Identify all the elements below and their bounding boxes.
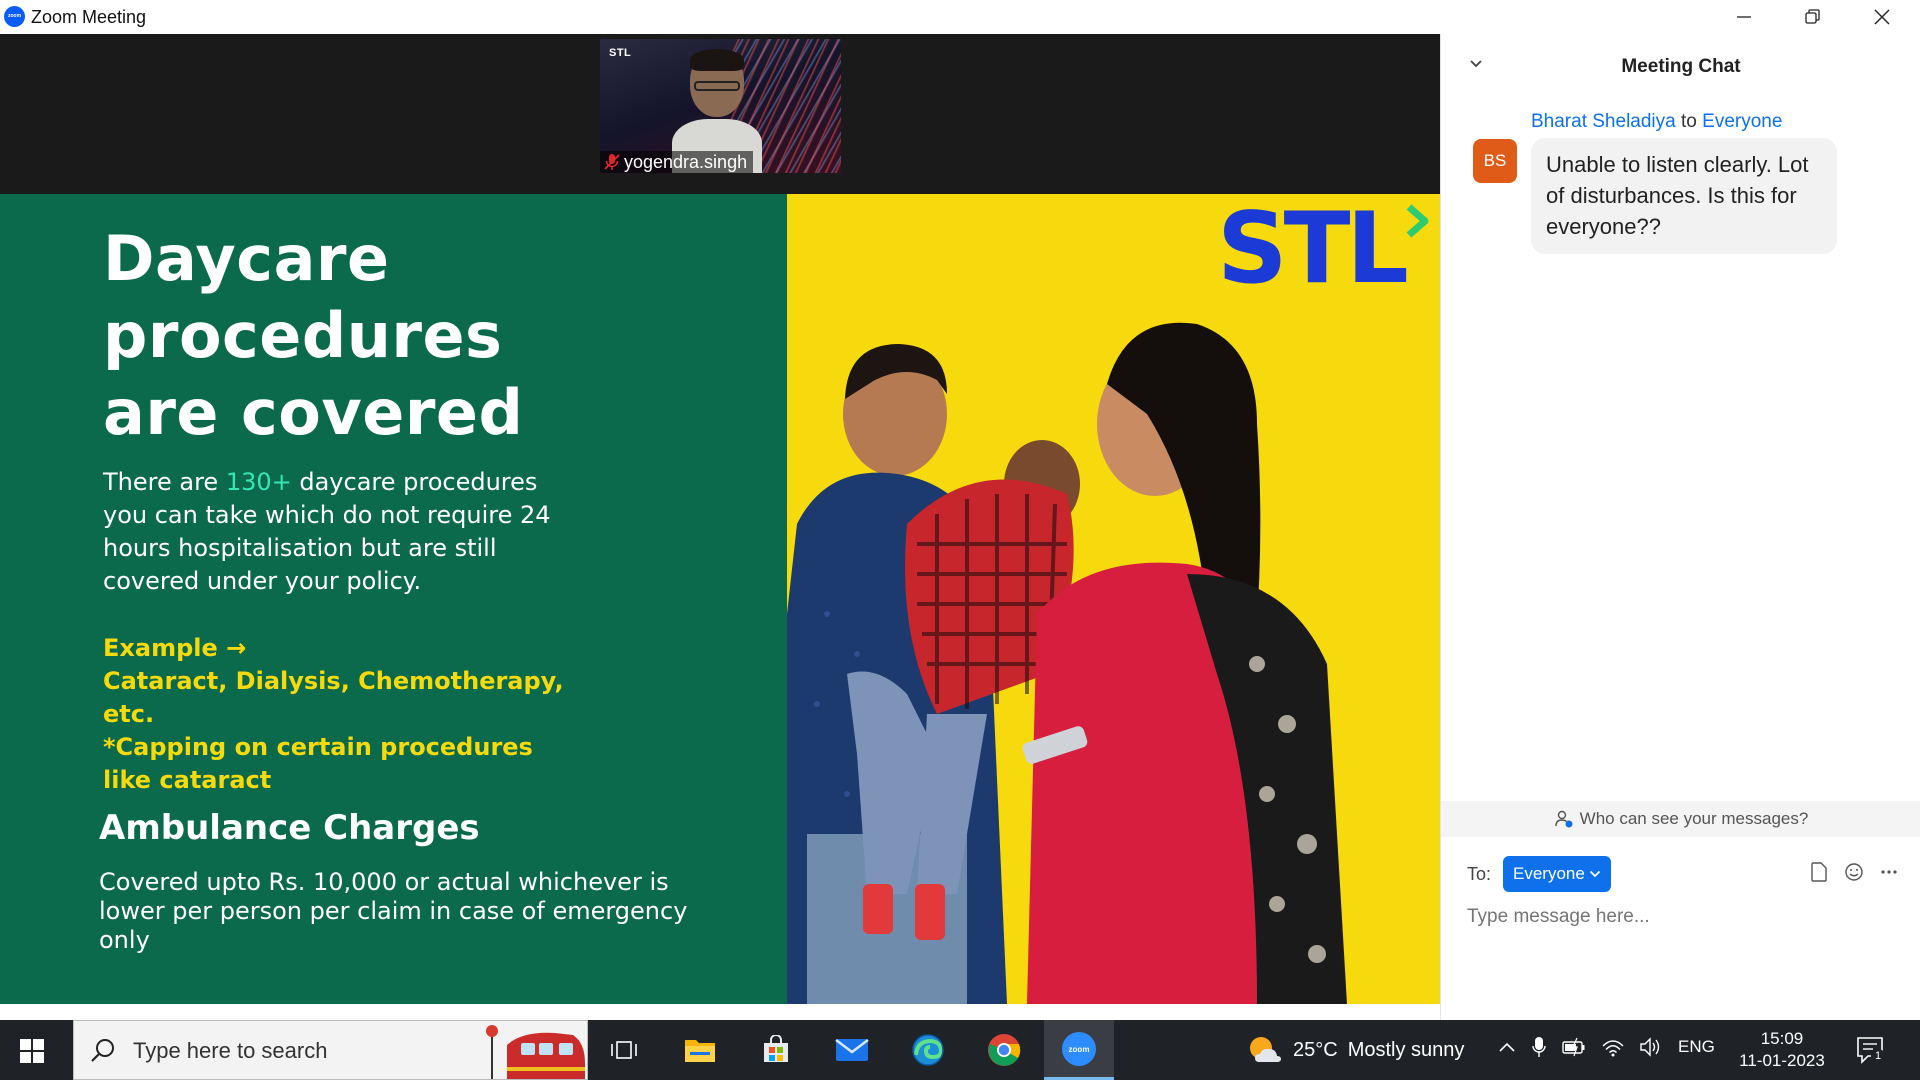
chat-message-bubble[interactable]: Unable to listen clearly. Lot of disturb… xyxy=(1531,138,1837,254)
chrome-icon xyxy=(988,1034,1021,1066)
task-view-button[interactable] xyxy=(588,1020,660,1080)
windows-logo-icon xyxy=(20,1039,44,1063)
message-to-word: to xyxy=(1681,111,1697,132)
zoom-logo-icon: zoom xyxy=(4,6,25,27)
restore-icon xyxy=(1805,9,1820,24)
family-photo xyxy=(787,322,1347,1004)
battery-charging-icon[interactable] xyxy=(1562,1037,1586,1057)
zoom-taskbar-button[interactable]: zoom xyxy=(1044,1020,1114,1080)
who-can-see-messages-link[interactable]: Who can see your messages? xyxy=(1441,801,1920,837)
task-view-icon xyxy=(611,1041,637,1059)
microsoft-store-button[interactable] xyxy=(740,1020,812,1080)
chrome-button[interactable] xyxy=(968,1020,1040,1080)
slide-left-panel: Daycare procedures are covered There are… xyxy=(0,194,787,1004)
weather-description: Mostly sunny xyxy=(1347,1038,1465,1061)
window-titlebar: zoom Zoom Meeting xyxy=(0,0,1920,34)
slide-example-line: like cataract xyxy=(103,766,272,794)
weather-temperature: 25°C xyxy=(1293,1038,1338,1061)
more-options-icon[interactable] xyxy=(1880,869,1898,875)
participant-video-tile[interactable]: STL yogendra.singh xyxy=(600,39,841,173)
search-icon xyxy=(91,1039,114,1062)
chat-message-input[interactable] xyxy=(1467,906,1897,928)
start-button[interactable] xyxy=(20,1039,44,1068)
slide-title-line: procedures xyxy=(103,299,503,372)
microsoft-store-icon xyxy=(764,1035,788,1062)
close-button[interactable] xyxy=(1848,0,1916,34)
message-recipient: Everyone xyxy=(1702,111,1783,132)
meeting-chat-panel: Meeting Chat Bharat Sheladiya to Everyon… xyxy=(1440,34,1920,1020)
search-highlight-train-icon xyxy=(486,1025,585,1079)
chat-message-header: Bharat Sheladiya to Everyone xyxy=(1531,111,1782,133)
edge-icon xyxy=(912,1034,944,1066)
sender-avatar[interactable]: BS xyxy=(1473,139,1517,183)
window-title: Zoom Meeting xyxy=(31,7,147,27)
windows-taskbar: Type here to search zoom 25°C Mostly sun… xyxy=(0,1020,1920,1080)
mail-icon xyxy=(835,1039,869,1061)
slide-body-prefix: There are xyxy=(103,468,226,496)
zoom-icon: zoom xyxy=(1062,1031,1096,1066)
chevron-down-icon xyxy=(1589,870,1600,878)
recipient-dropdown-value: Everyone xyxy=(1513,864,1585,883)
microphone-icon[interactable] xyxy=(1532,1036,1546,1058)
visibility-text: Who can see your messages? xyxy=(1579,809,1809,828)
search-placeholder: Type here to search xyxy=(133,1038,328,1063)
minimize-icon xyxy=(1737,16,1751,18)
file-explorer-button[interactable] xyxy=(664,1020,736,1080)
slide-example-line: Example → xyxy=(103,634,247,662)
message-sender[interactable]: Bharat Sheladiya xyxy=(1531,111,1676,132)
slide-title-line: Daycare xyxy=(103,222,390,295)
slide-title-line: are covered xyxy=(103,376,524,449)
slide-title: Daycare procedures are covered xyxy=(103,220,663,451)
notification-count-badge: 1 xyxy=(1871,1049,1885,1063)
clock-date: 11-01-2023 xyxy=(1739,1051,1825,1070)
participant-name-bar: yogendra.singh xyxy=(600,151,754,173)
weather-widget[interactable]: 25°C Mostly sunny xyxy=(1247,1034,1464,1066)
slide-body-highlight: 130+ xyxy=(225,468,292,496)
notification-center-button[interactable]: 1 xyxy=(1856,1036,1885,1069)
slide-right-panel: STL xyxy=(787,194,1440,1004)
mail-button[interactable] xyxy=(816,1020,888,1080)
svg-text:zoom: zoom xyxy=(1069,1045,1090,1054)
slide-example-block: Example → Cataract, Dialysis, Chemothera… xyxy=(103,632,623,797)
participant-name: yogendra.singh xyxy=(624,151,748,172)
restore-button[interactable] xyxy=(1779,0,1847,34)
chat-title: Meeting Chat xyxy=(1621,56,1741,77)
to-label: To: xyxy=(1467,864,1492,884)
emoji-icon[interactable] xyxy=(1844,862,1864,882)
slide-subheading: Ambulance Charges xyxy=(99,808,480,848)
mic-muted-icon xyxy=(604,154,620,170)
chevron-up-icon[interactable] xyxy=(1498,1041,1516,1053)
slide-example-line: *Capping on certain procedures xyxy=(103,733,533,761)
minimize-button[interactable] xyxy=(1710,0,1778,34)
taskbar-clock[interactable]: 15:09 11-01-2023 xyxy=(1730,1028,1834,1072)
video-background-logo: STL xyxy=(609,47,632,59)
edge-button[interactable] xyxy=(892,1020,964,1080)
recipient-dropdown[interactable]: Everyone xyxy=(1503,856,1611,892)
file-icon[interactable] xyxy=(1810,862,1828,882)
taskbar-search-box[interactable]: Type here to search xyxy=(73,1020,588,1080)
shared-screen-slide: Daycare procedures are covered There are… xyxy=(0,194,1440,1004)
slide-subheading-body: Covered upto Rs. 10,000 or actual whiche… xyxy=(99,868,688,954)
wifi-icon[interactable] xyxy=(1602,1037,1624,1057)
input-language[interactable]: ENG xyxy=(1678,1037,1715,1057)
volume-icon[interactable] xyxy=(1640,1037,1662,1057)
slide-body-text: There are 130+ daycare procedures you ca… xyxy=(103,466,573,598)
slide-example-line: Cataract, Dialysis, Chemotherapy, etc. xyxy=(103,667,564,728)
clock-time: 15:09 xyxy=(1760,1029,1804,1048)
chat-tools xyxy=(1810,862,1898,882)
file-explorer-icon xyxy=(685,1040,715,1062)
close-icon xyxy=(1874,9,1890,25)
partly-sunny-icon xyxy=(1250,1037,1281,1062)
system-tray: ENG xyxy=(1498,1036,1715,1058)
person-visibility-icon xyxy=(1554,810,1573,828)
